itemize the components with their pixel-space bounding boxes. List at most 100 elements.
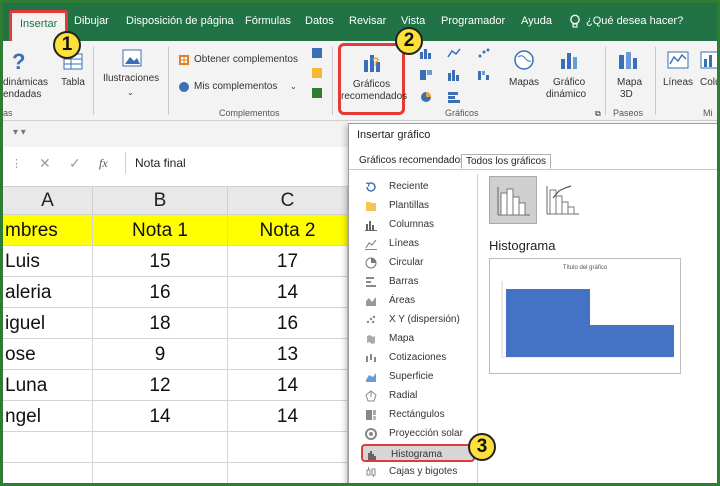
lineas-label[interactable]: Líneas <box>663 77 693 89</box>
list-item-barras[interactable]: Barras <box>361 273 475 291</box>
endadas-label[interactable]: endadas <box>3 89 41 101</box>
line-chart-icon[interactable] <box>447 47 461 59</box>
empty-cell[interactable] <box>228 463 348 483</box>
sparkline-column-icon[interactable] <box>700 49 718 71</box>
cell-header-nombres[interactable]: mbres <box>3 215 93 246</box>
empty-cell[interactable] <box>228 432 348 463</box>
empty-cell[interactable] <box>93 463 228 483</box>
table-cell[interactable]: 14 <box>228 401 348 432</box>
columna-label[interactable]: Colu <box>700 77 717 89</box>
search-tell-me[interactable]: ¿Qué desea hacer? <box>586 15 683 27</box>
list-item-circular[interactable]: Circular <box>361 254 475 272</box>
cell-header-nota2[interactable]: Nota 2 <box>228 215 348 246</box>
table-cell[interactable]: 17 <box>228 246 348 277</box>
table-cell[interactable]: 13 <box>228 339 348 370</box>
cell-header-nota1[interactable]: Nota 1 <box>93 215 228 246</box>
list-item-cajas-y-bigotes[interactable]: Cajas y bigotes <box>361 463 475 481</box>
list-item-plantillas[interactable]: Plantillas <box>361 197 475 215</box>
grafico-dinamico-label-2[interactable]: dinámico <box>546 89 586 101</box>
table-cell[interactable]: ngel <box>3 401 93 432</box>
maps-icon[interactable] <box>513 49 535 71</box>
dinamicas-label[interactable]: dinámicas <box>3 77 48 89</box>
pareto-subtype-thumbnail[interactable] <box>539 176 587 224</box>
bar-chart-icon[interactable] <box>447 91 461 103</box>
table-cell[interactable]: 16 <box>228 308 348 339</box>
tab-disposicion[interactable]: Disposición de página <box>126 15 234 27</box>
table-cell[interactable]: Luna <box>3 370 93 401</box>
column-chart-icon[interactable] <box>419 47 433 59</box>
list-item-rectangulos[interactable]: Rectángulos <box>361 406 475 424</box>
list-item-reciente[interactable]: Reciente <box>361 178 475 196</box>
tab-vista[interactable]: Vista <box>401 15 425 27</box>
ilustraciones-label[interactable]: Ilustraciones <box>103 73 159 85</box>
cancel-icon[interactable]: ✕ <box>39 155 51 172</box>
list-item-areas[interactable]: Áreas <box>361 292 475 310</box>
column-header-c[interactable]: C <box>228 187 348 215</box>
pie-chart-icon[interactable] <box>419 91 433 103</box>
tab-todos-los-graficos[interactable]: Todos los gráficos <box>461 154 552 169</box>
table-cell[interactable]: 14 <box>93 401 228 432</box>
tab-revisar[interactable]: Revisar <box>349 15 386 27</box>
chevron-down-icon[interactable]: ⌄ <box>290 81 297 93</box>
hierarchy-chart-icon[interactable] <box>419 69 433 81</box>
3d-map-icon[interactable] <box>617 49 639 71</box>
waterfall-chart-icon[interactable] <box>477 69 491 81</box>
list-item-proyeccion-solar[interactable]: Proyección solar <box>361 425 475 443</box>
tab-formulas[interactable]: Fórmulas <box>245 15 291 27</box>
table-cell[interactable]: iguel <box>3 308 93 339</box>
sparkline-line-icon[interactable] <box>667 49 689 71</box>
people-graph-icon[interactable] <box>311 67 323 79</box>
scatter-chart-icon[interactable] <box>477 47 491 59</box>
list-item-mapa[interactable]: Mapa <box>361 330 475 348</box>
table-cell[interactable]: 14 <box>228 277 348 308</box>
illustrations-icon[interactable] <box>121 47 143 69</box>
mapa-3d-label-2[interactable]: 3D <box>620 89 633 101</box>
my-addins-icon[interactable] <box>178 81 190 93</box>
tab-dibujar[interactable]: Dibujar <box>74 15 109 27</box>
quick-access-chevron-icon[interactable]: ▾ ▾ <box>13 127 26 138</box>
tab-datos[interactable]: Datos <box>305 15 334 27</box>
table-cell[interactable]: aleria <box>3 277 93 308</box>
bing-maps-icon[interactable] <box>311 47 323 59</box>
mapas-label[interactable]: Mapas <box>509 77 539 89</box>
table-cell[interactable]: Luis <box>3 246 93 277</box>
formula-input[interactable]: Nota final <box>135 156 186 170</box>
tab-ayuda[interactable]: Ayuda <box>521 15 552 27</box>
fx-icon[interactable]: fx <box>99 156 108 171</box>
histogram-preview[interactable]: Título del gráfico <box>489 258 681 374</box>
grafico-dinamico-label-1[interactable]: Gráfico <box>553 77 585 89</box>
table-cell[interactable]: 9 <box>93 339 228 370</box>
table-cell[interactable]: ose <box>3 339 93 370</box>
column-header-a[interactable]: A <box>3 187 93 215</box>
tab-programador[interactable]: Programador <box>441 15 505 27</box>
enter-icon[interactable]: ✓ <box>69 155 81 172</box>
list-item-columnas[interactable]: Columnas <box>361 216 475 234</box>
list-item-superficie[interactable]: Superficie <box>361 368 475 386</box>
graficos-recomendados-button[interactable]: ? Gráficos recomendados <box>338 43 407 115</box>
tabla-label[interactable]: Tabla <box>61 77 85 89</box>
table-cell[interactable]: 14 <box>228 370 348 401</box>
dialog-launcher-icon[interactable]: ⧉ <box>595 108 601 120</box>
mapa-3d-label-1[interactable]: Mapa <box>617 77 642 89</box>
chevron-down-icon[interactable]: ⌄ <box>127 87 134 99</box>
histogram-subtype-thumbnail[interactable] <box>489 176 537 224</box>
statistic-chart-icon[interactable] <box>447 69 461 81</box>
empty-cell[interactable] <box>3 463 93 483</box>
table-cell[interactable]: 18 <box>93 308 228 339</box>
table-cell[interactable]: 15 <box>93 246 228 277</box>
list-item-xy-dispersion[interactable]: X Y (dispersión) <box>361 311 475 329</box>
mis-complementos-button[interactable]: Mis complementos <box>194 81 277 93</box>
list-item-histograma[interactable]: Histograma <box>361 444 475 462</box>
tab-graficos-recomendados[interactable]: Gráficos recomendados <box>355 154 469 167</box>
visio-icon[interactable] <box>311 87 323 99</box>
question-icon[interactable]: ? <box>9 49 29 75</box>
empty-cell[interactable] <box>93 432 228 463</box>
pivot-chart-icon[interactable] <box>559 49 581 71</box>
obtener-complementos-button[interactable]: Obtener complementos <box>194 54 298 66</box>
table-cell[interactable]: 12 <box>93 370 228 401</box>
store-icon[interactable] <box>178 54 190 66</box>
list-item-cotizaciones[interactable]: Cotizaciones <box>361 349 475 367</box>
list-item-lineas[interactable]: Líneas <box>361 235 475 253</box>
list-item-radial[interactable]: Radial <box>361 387 475 405</box>
name-box-dots-icon[interactable]: ⋮ <box>11 157 22 170</box>
